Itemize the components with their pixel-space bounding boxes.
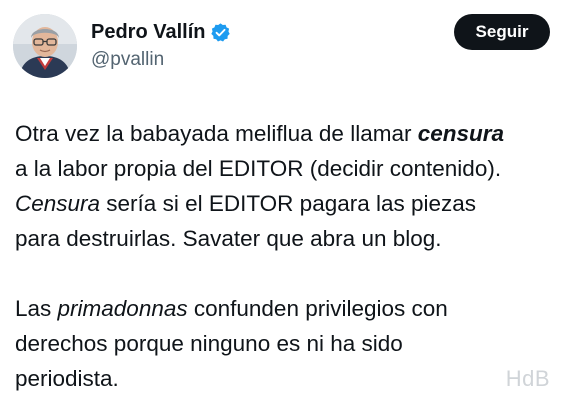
avatar-image xyxy=(13,14,77,78)
text-line: Las primadonnas confunden privilegios co… xyxy=(15,291,555,326)
follow-button[interactable]: Seguir xyxy=(454,14,550,50)
text-span: Las xyxy=(15,296,58,321)
text-line: para destruirlas. Savater que abra un bl… xyxy=(15,226,442,251)
author-name-row: Pedro Vallín xyxy=(91,20,231,44)
author-display-name[interactable]: Pedro Vallín xyxy=(91,20,205,44)
tweet-card: Pedro Vallín @pvallin Seguir Otra vez la… xyxy=(0,0,562,400)
tweet-paragraph-1: Otra vez la babayada meliflua de llamar … xyxy=(15,116,555,256)
emphasis-text: primadonnas xyxy=(57,296,188,321)
avatar[interactable] xyxy=(13,14,77,78)
text-line: derechos porque ninguno es ni ha sido xyxy=(15,331,403,356)
text-line: Otra vez la babayada meliflua de llamar … xyxy=(15,116,555,151)
tweet-paragraph-2: Las primadonnas confunden privilegios co… xyxy=(15,291,555,396)
text-line: a la labor propia del EDITOR (decidir co… xyxy=(15,156,502,181)
text-span: Otra vez la babayada meliflua de llamar xyxy=(15,121,418,146)
watermark: HdB xyxy=(505,366,550,391)
text-span: sería si el EDITOR pagara las piezas xyxy=(100,191,477,216)
text-line: periodista. xyxy=(15,366,119,391)
verified-badge-icon xyxy=(210,22,231,43)
author-handle[interactable]: @pvallin xyxy=(91,49,164,71)
emphasis-text: censura xyxy=(417,121,505,146)
emphasis-text: Censura xyxy=(15,191,101,216)
text-line: Censura sería si el EDITOR pagara las pi… xyxy=(15,186,555,221)
text-span: confunden privilegios con xyxy=(187,296,448,321)
tweet-text: Otra vez la babayada meliflua de llamar … xyxy=(15,116,555,396)
